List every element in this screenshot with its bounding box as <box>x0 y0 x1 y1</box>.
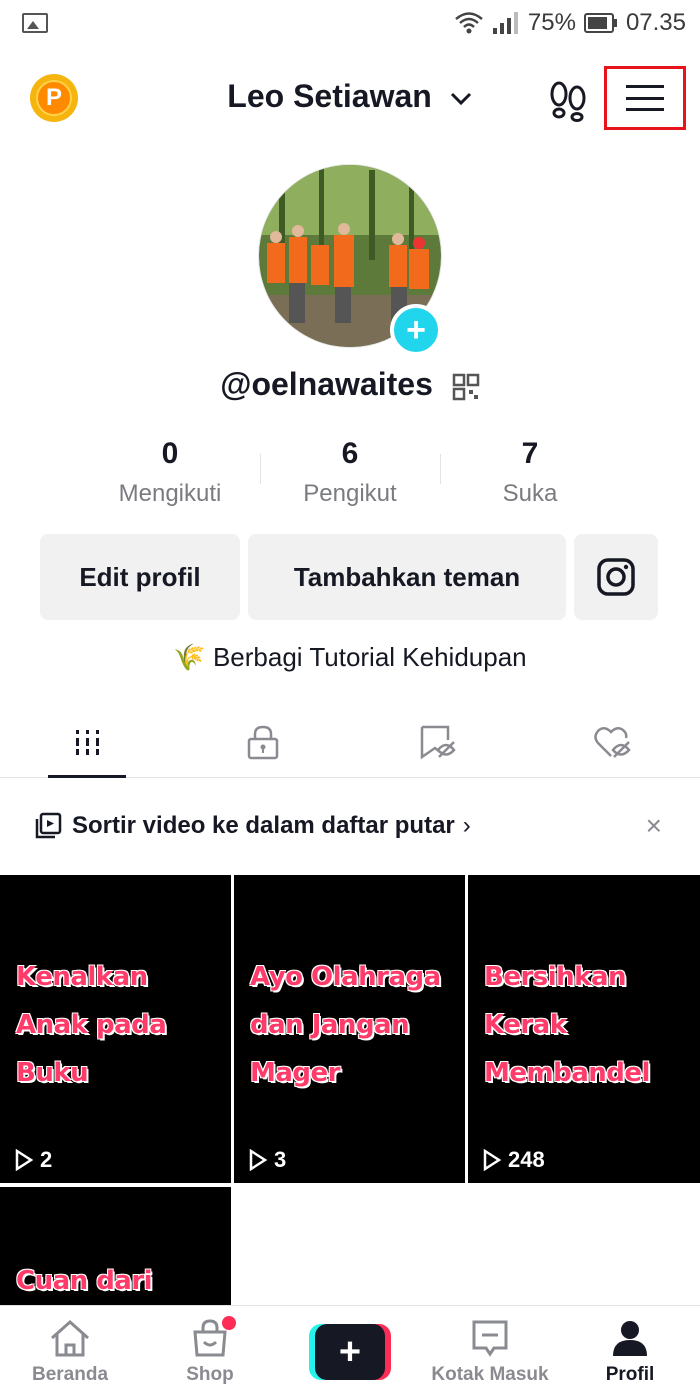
footprints-icon[interactable] <box>546 78 590 122</box>
grid-icon <box>75 729 99 755</box>
instagram-button[interactable] <box>574 534 658 620</box>
create-button[interactable]: + <box>309 1324 391 1380</box>
hidden-bookmark-icon <box>420 725 456 759</box>
following-label: Mengikuti <box>118 480 222 507</box>
wheat-emoji-icon: 🌾 <box>173 642 206 672</box>
instagram-icon <box>597 558 635 596</box>
nav-profile-label: Profil <box>605 1364 655 1385</box>
battery-percent: 75% <box>527 9 576 36</box>
video-title-line: Ayo Olahraga <box>250 962 441 992</box>
chevron-down-icon <box>450 92 471 105</box>
play-icon <box>15 1149 34 1171</box>
nav-profile[interactable]: Profil <box>560 1306 700 1400</box>
nav-inbox[interactable]: Kotak Masuk <box>420 1306 560 1400</box>
play-icon <box>483 1149 502 1171</box>
tab-liked[interactable] <box>525 706 700 777</box>
likes-label: Suka <box>502 480 558 507</box>
video-thumbnail[interactable]: Ayo Olahraga dan Jangan Mager 3 <box>234 875 465 1183</box>
likes-count: 7 <box>521 437 539 470</box>
inbox-message-icon <box>472 1320 508 1357</box>
video-title: Bersihkan Kerak Membandel <box>484 953 650 1097</box>
video-title: Ayo Olahraga dan Jangan Mager <box>250 953 441 1097</box>
nav-create[interactable]: + <box>280 1306 420 1400</box>
menu-button[interactable] <box>604 66 686 130</box>
playlist-icon <box>35 812 62 839</box>
view-count: 248 <box>482 1147 545 1173</box>
followers-count: 6 <box>341 437 359 470</box>
nav-shop[interactable]: Shop <box>140 1306 280 1400</box>
play-icon <box>249 1149 268 1171</box>
battery-icon <box>583 13 617 33</box>
video-title-line: dan Jangan <box>250 1010 410 1040</box>
video-title-line: Mager <box>250 1058 340 1088</box>
video-title-line: Kerak <box>484 1010 567 1040</box>
gallery-notification-icon <box>22 13 48 33</box>
chevron-right-icon: › <box>462 812 471 839</box>
bottom-navigation: Beranda Shop + Kotak Masuk Profil <box>0 1305 700 1400</box>
tab-videos[interactable] <box>0 706 175 778</box>
video-title-line: Buku <box>16 1058 89 1088</box>
video-title-line: Anak pada <box>16 1010 167 1040</box>
video-title-line: Membandel <box>484 1058 650 1088</box>
profile-stats: 0 Mengikuti 6 Pengikut 7 Suka <box>80 436 620 516</box>
video-title: Cuan dari <box>16 1257 153 1305</box>
video-title-line: Kenalkan <box>16 962 148 992</box>
nav-shop-label: Shop <box>186 1364 234 1385</box>
account-switcher[interactable]: Leo Setiawan <box>0 78 700 115</box>
video-thumbnail[interactable]: Bersihkan Kerak Membandel 248 <box>468 875 700 1183</box>
nav-inbox-label: Kotak Masuk <box>431 1364 549 1385</box>
tab-private[interactable] <box>175 706 350 777</box>
content-tabs <box>0 706 700 778</box>
add-friends-button[interactable]: Tambahkan teman <box>248 534 566 620</box>
hidden-heart-icon <box>593 726 631 758</box>
bio: 🌾 Berbagi Tutorial Kehidupan <box>0 642 700 673</box>
stat-likes[interactable]: 7 Suka <box>440 436 620 516</box>
video-title-line: Bersihkan <box>484 962 627 992</box>
nav-home[interactable]: Beranda <box>0 1306 140 1400</box>
tab-reposts[interactable] <box>350 706 525 777</box>
video-title: Kenalkan Anak pada Buku <box>16 953 167 1097</box>
hamburger-menu-icon <box>626 85 664 111</box>
view-count-value: 2 <box>40 1147 53 1172</box>
followers-label: Pengikut <box>303 480 397 507</box>
stat-followers[interactable]: 6 Pengikut <box>260 436 440 516</box>
bio-text: Berbagi Tutorial Kehidupan <box>212 642 527 672</box>
profile-header: P Leo Setiawan <box>0 56 700 140</box>
username-text: @oelnawaites <box>220 366 433 402</box>
plus-icon: + <box>315 1324 385 1380</box>
view-count-value: 3 <box>274 1147 287 1172</box>
account-name: Leo Setiawan <box>227 78 432 114</box>
nav-home-label: Beranda <box>31 1364 109 1385</box>
view-count-value: 248 <box>508 1147 545 1172</box>
wifi-icon <box>455 12 483 34</box>
clock: 07.35 <box>625 9 686 36</box>
signal-icon <box>492 12 518 34</box>
view-count: 2 <box>14 1147 52 1173</box>
home-icon <box>51 1319 89 1357</box>
video-thumbnail[interactable]: Kenalkan Anak pada Buku 2 <box>0 875 231 1183</box>
lock-icon <box>247 725 278 759</box>
close-icon[interactable]: × <box>646 812 662 840</box>
profile-person-icon <box>613 1321 647 1356</box>
username: @oelnawaites <box>0 366 700 403</box>
video-thumbnail[interactable]: Cuan dari <box>0 1187 231 1305</box>
notification-dot <box>222 1316 236 1330</box>
view-count: 3 <box>248 1147 286 1173</box>
add-avatar-button[interactable]: + <box>390 304 442 356</box>
sort-banner-text: Sortir video ke dalam daftar putar <box>72 812 455 839</box>
qr-code-icon[interactable] <box>452 373 480 401</box>
edit-profile-button[interactable]: Edit profil <box>40 534 240 620</box>
stat-following[interactable]: 0 Mengikuti <box>80 436 260 516</box>
following-count: 0 <box>161 437 179 470</box>
video-title-line: Cuan dari <box>16 1266 153 1296</box>
playlist-sort-banner[interactable]: Sortir video ke dalam daftar putar › × <box>0 778 700 874</box>
status-bar: 75% 07.35 <box>0 0 700 46</box>
